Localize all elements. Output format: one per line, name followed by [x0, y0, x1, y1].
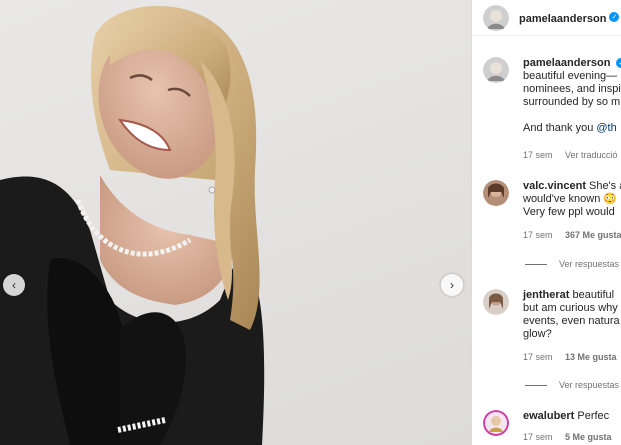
comment-time[interactable]: 17 sem — [523, 352, 553, 362]
chevron-left-icon: ‹ — [12, 278, 16, 292]
comment-item: jentherat beautiful but am curious why ev… — [483, 289, 621, 369]
comment-likes[interactable]: 13 Me gusta — [565, 352, 617, 362]
caption-time[interactable]: 17 sem — [523, 150, 553, 160]
view-replies-label: Ver respuestas — [559, 259, 620, 269]
comments-panel: pamelaanderson✓ pamelaanderson✓ beautifu… — [472, 0, 621, 445]
comment-text-line: Very few ppl would — [523, 206, 615, 218]
caption-thanks: And thank you — [523, 122, 597, 134]
caption-avatar[interactable] — [483, 57, 509, 83]
commenter-avatar[interactable] — [483, 180, 509, 206]
post-header: pamelaanderson ✓ — [472, 0, 621, 36]
caption-line: surrounded by so m — [523, 96, 621, 108]
comment-time[interactable]: 17 sem — [523, 230, 553, 240]
commenter-username[interactable]: jentherat — [523, 289, 569, 301]
comment-text-line: glow? — [523, 328, 552, 340]
comment-time[interactable]: 17 sem — [523, 432, 553, 442]
caption-line: beautiful evening— — [523, 70, 618, 82]
caption-line: nominees, and inspi — [523, 83, 621, 95]
author-username[interactable]: pamelaanderson ✓ — [519, 9, 620, 27]
view-replies-label: Ver respuestas — [559, 380, 620, 390]
caption-mention[interactable]: @th — [596, 122, 616, 134]
comment-text-line: but am curious why — [523, 302, 618, 314]
commenter-avatar[interactable] — [483, 410, 509, 436]
see-translation-link[interactable]: Ver traducció — [565, 150, 618, 160]
comment-text-line: beautiful — [572, 289, 615, 301]
caption: pamelaanderson ✓ beautiful evening— nomin… — [483, 57, 621, 167]
commenter-username[interactable]: ewalubert — [523, 410, 574, 422]
comment-text-line: events, even natura — [523, 315, 620, 327]
author-avatar[interactable] — [483, 4, 509, 31]
chevron-right-icon: › — [450, 278, 454, 292]
caption-username[interactable]: pamelaanderson — [523, 57, 610, 69]
comment-likes[interactable]: 367 Me gusta — [565, 230, 621, 240]
verified-badge-icon: ✓ — [609, 12, 620, 23]
comment-text-line: Perfec — [577, 410, 610, 422]
verified-badge-icon: ✓ — [616, 58, 621, 69]
portrait-image — [0, 5, 265, 445]
post-photo[interactable]: ‹ › — [0, 0, 471, 445]
comment-item: ewalubert Perfec 17 sem 5 Me gusta — [483, 410, 621, 445]
replies-line — [525, 263, 547, 265]
comment-text-line: would've known 😳 — [523, 193, 618, 205]
replies-line — [525, 384, 547, 386]
commenter-avatar[interactable] — [483, 289, 509, 315]
comment-text-line: She's a — [588, 180, 621, 192]
view-replies-button[interactable]: Ver respuestas — [525, 259, 619, 269]
commenter-username[interactable]: valc.vincent — [523, 180, 586, 192]
comment-likes[interactable]: 5 Me gusta — [565, 432, 612, 442]
previous-slide-button[interactable]: ‹ — [3, 274, 25, 296]
comment-item: valc.vincentShe's a would've known 😳 Ver… — [483, 180, 621, 250]
next-slide-button[interactable]: › — [441, 274, 463, 296]
view-replies-button[interactable]: Ver respuestas — [525, 380, 619, 390]
